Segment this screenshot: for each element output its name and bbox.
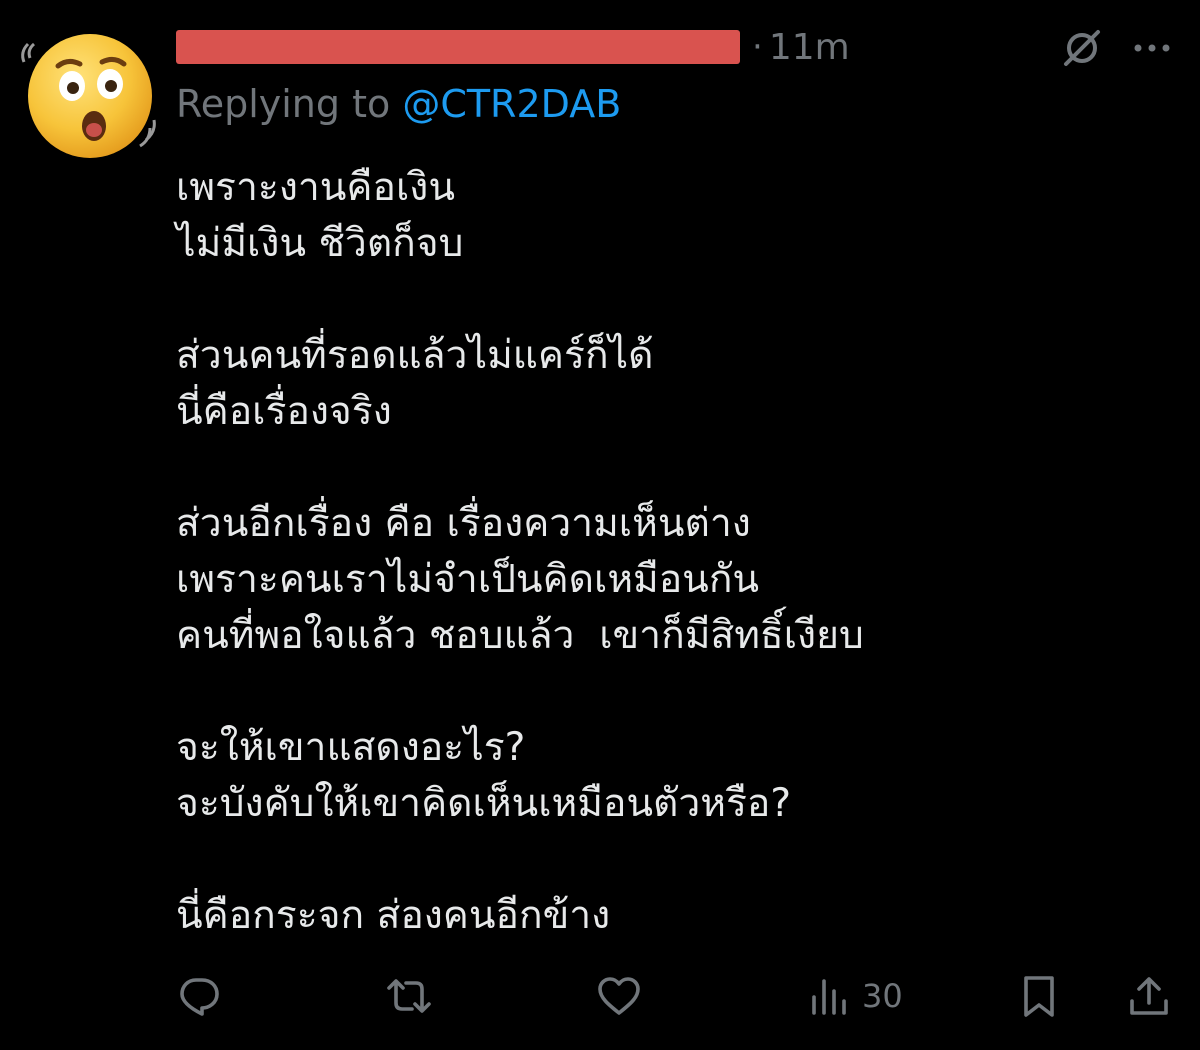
replying-handle-link[interactable]: @CTR2DAB bbox=[402, 82, 621, 126]
separator-dot: · bbox=[752, 27, 763, 67]
grok-icon[interactable] bbox=[1058, 24, 1106, 72]
tweet-line: นี่คือกระจก ส่องคนอีกข้าง bbox=[176, 893, 611, 938]
more-options-icon[interactable] bbox=[1128, 28, 1176, 68]
tweet-line: คนที่พอใจแล้ว ชอบแล้ว เขาก็มีสิทธิ์เงียบ bbox=[176, 613, 864, 658]
tweet-line: จะให้เขาแสดงอะไร? bbox=[176, 725, 526, 770]
like-button[interactable] bbox=[596, 966, 642, 1026]
retweet-icon bbox=[387, 979, 431, 1013]
tweet: · 11m Replying to @CTR2DAB เพราะงานคือเง… bbox=[0, 0, 1200, 1050]
redacted-author-name bbox=[176, 30, 740, 64]
avatar[interactable] bbox=[18, 22, 162, 166]
views-count: 30 bbox=[862, 977, 903, 1015]
bookmark-icon bbox=[1024, 976, 1054, 1017]
tweet-line: เพราะงานคือเงิน bbox=[176, 165, 455, 210]
replying-to: Replying to @CTR2DAB bbox=[176, 82, 621, 126]
share-icon bbox=[1130, 977, 1168, 1015]
reply-button[interactable] bbox=[176, 966, 222, 1026]
tweet-line: นี่คือเรื่องจริง bbox=[176, 389, 392, 434]
views-icon bbox=[812, 979, 846, 1015]
tweet-line bbox=[176, 272, 864, 328]
tweet-line: ส่วนอีกเรื่อง คือ เรื่องความเห็นต่าง bbox=[176, 501, 751, 546]
retweet-button[interactable] bbox=[386, 966, 432, 1026]
share-button[interactable] bbox=[1126, 966, 1172, 1026]
timestamp[interactable]: 11m bbox=[769, 27, 850, 68]
replying-prefix: Replying to bbox=[176, 82, 403, 126]
tweet-line bbox=[176, 440, 864, 496]
heart-icon bbox=[598, 977, 640, 1015]
bookmark-button[interactable] bbox=[1016, 966, 1062, 1026]
tweet-line: ไม่มีเงิน ชีวิตก็จบ bbox=[176, 221, 464, 266]
tweet-line bbox=[176, 664, 864, 720]
views-button[interactable]: 30 bbox=[806, 966, 903, 1026]
reply-icon bbox=[180, 978, 219, 1016]
action-bar: 30 bbox=[0, 966, 1200, 1026]
tweet-line: จะบังคับให้เขาคิดเห็นเหมือนตัวหรือ? bbox=[176, 781, 792, 826]
tweet-line: เพราะคนเราไม่จำเป็นคิดเหมือนกัน bbox=[176, 557, 760, 602]
tweet-line bbox=[176, 832, 864, 888]
tweet-body: เพราะงานคือเงิน ไม่มีเงิน ชีวิตก็จบ ส่วน… bbox=[176, 160, 864, 944]
tweet-line: ส่วนคนที่รอดแล้วไม่แคร์ก็ได้ bbox=[176, 333, 654, 378]
tweet-header: · 11m bbox=[176, 22, 850, 72]
